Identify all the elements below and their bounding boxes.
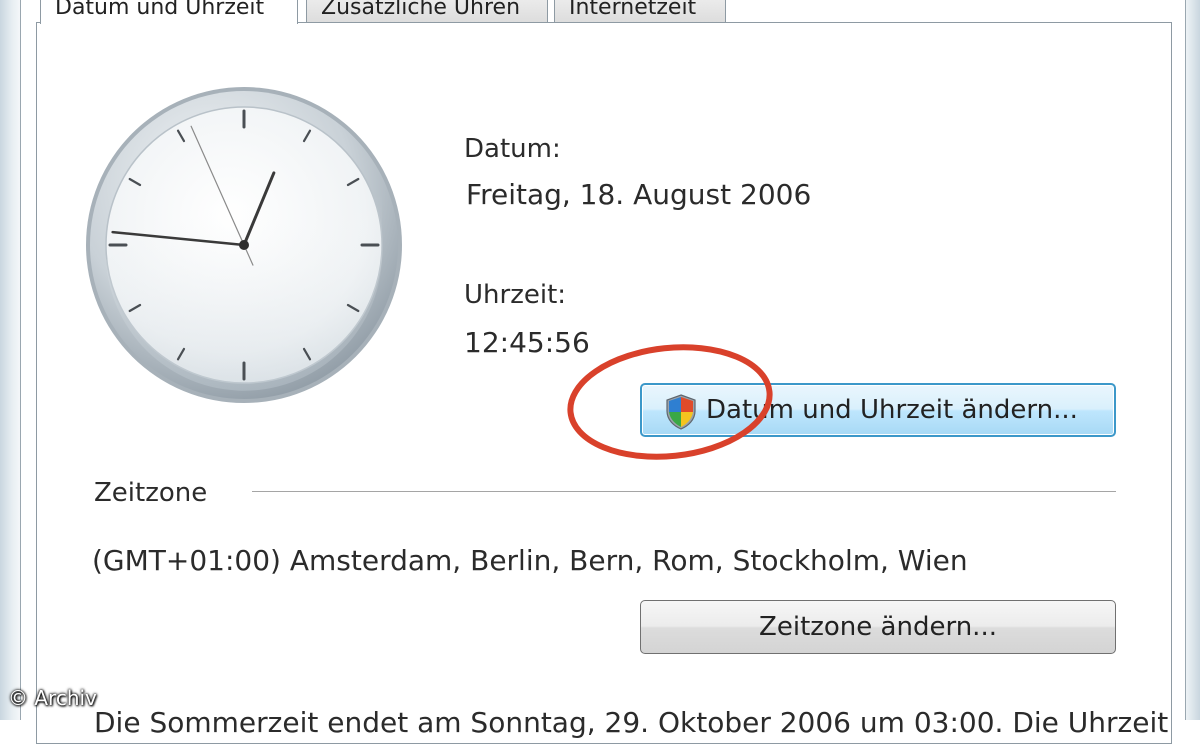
timezone-section-label: Zeitzone [94,478,208,508]
change-date-time-label: Datum und Uhrzeit ändern... [706,395,1078,425]
tab-datum-und-uhrzeit[interactable]: Datum und Uhrzeit [40,0,298,24]
change-timezone-button[interactable]: Zeitzone ändern... [640,600,1116,654]
window-frame-right [1185,0,1200,720]
timezone-separator [252,491,1116,492]
window-frame-left [0,0,21,720]
time-value: 12:45:56 [464,326,590,359]
change-date-time-button[interactable]: Datum und Uhrzeit ändern... [640,383,1116,437]
tab-label: Datum und Uhrzeit [55,0,265,20]
watermark: © Archiv [8,686,97,710]
date-value: Freitag, 18. August 2006 [466,178,812,211]
timezone-value: (GMT+01:00) Amsterdam, Berlin, Bern, Rom… [92,544,968,577]
uac-shield-icon [666,394,696,430]
change-timezone-label: Zeitzone ändern... [759,612,997,642]
tab-label: Zusätzliche Uhren [321,0,521,20]
dst-notice: Die Sommerzeit endet am Sonntag, 29. Okt… [94,706,1169,739]
date-label: Datum: [464,134,561,164]
analog-clock [86,87,402,403]
clock-center-pin [239,240,249,250]
tab-label: Internetzeit [569,0,697,20]
tab-internetzeit[interactable]: Internetzeit [554,0,726,24]
tab-zusaetzliche-uhren[interactable]: Zusätzliche Uhren [306,0,548,24]
time-label: Uhrzeit: [464,280,567,310]
